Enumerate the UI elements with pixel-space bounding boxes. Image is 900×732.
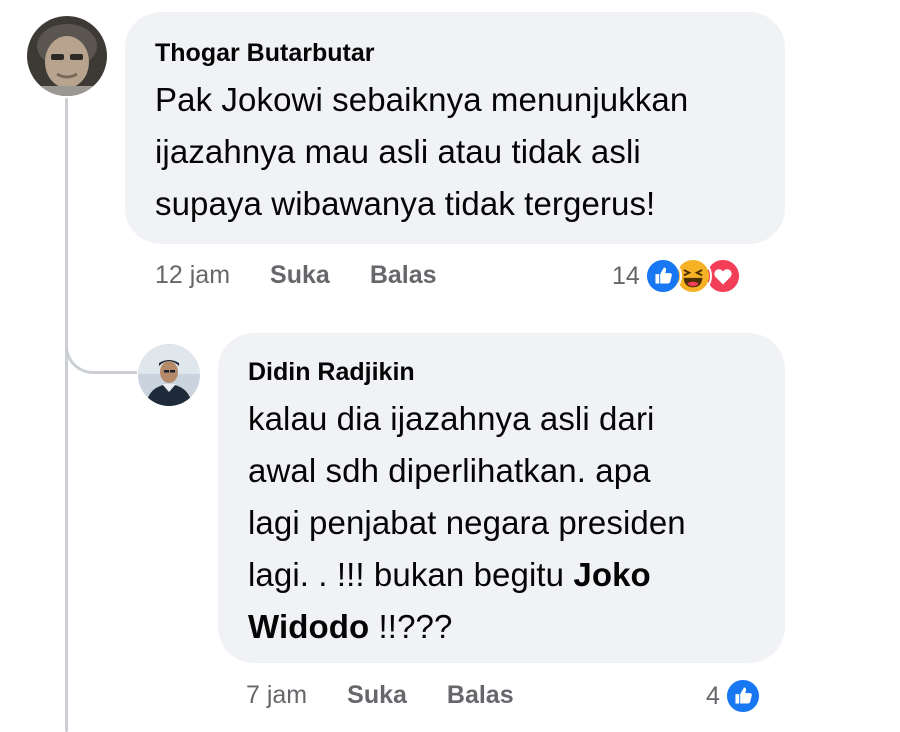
comment-bubble: Thogar Butarbutar Pak Jokowi sebaiknya m… [125,12,785,244]
comment-timestamp[interactable]: 12 jam [155,261,230,290]
comment-author[interactable]: Didin Radjikin [248,357,755,387]
reaction-count: 4 [706,681,720,710]
thread-line [65,98,68,732]
avatar[interactable] [27,16,107,96]
comment-text-line: lagi. . !!! bukan begitu Joko [248,549,755,601]
comment-text-line: awal sdh diperlihatkan. apa [248,452,651,489]
reactions-summary[interactable]: 14 [612,256,742,296]
comment-text-line: Widodo !!??? [248,601,755,653]
reply-button[interactable]: Balas [370,261,437,290]
reactions-summary[interactable]: 4 [706,676,762,716]
comment-text-line: lagi penjabat negara presiden [248,504,686,541]
mention-tag[interactable]: Joko [573,556,650,593]
comment-text-fragment: !!??? [369,608,453,645]
reply-bubble: Didin Radjikin kalau dia ijazahnya asli … [218,333,785,663]
comment-text-line: ijazahnya mau asli atau tidak asli [155,133,641,170]
reply-connector [65,320,137,374]
comment-timestamp[interactable]: 7 jam [246,681,307,710]
comment-author[interactable]: Thogar Butarbutar [155,38,755,68]
comment-text-line: Pak Jokowi sebaiknya menunjukkan [155,81,689,118]
like-icon [643,257,682,295]
avatar[interactable] [138,344,200,406]
reply-button[interactable]: Balas [447,681,514,710]
mention-tag[interactable]: Widodo [248,608,369,645]
comment-actions: 12 jam Suka Balas [155,258,437,292]
like-icon [723,677,762,715]
comment-text: kalau dia ijazahnya asli dari awal sdh d… [248,393,755,653]
comment-text-line: supaya wibawanya tidak tergerus! [155,185,656,222]
comment-text-fragment: lagi. . !!! bukan begitu [248,556,574,593]
like-button[interactable]: Suka [347,681,407,710]
comment-text: Pak Jokowi sebaiknya menunjukkan ijazahn… [155,74,755,230]
reaction-count: 14 [612,261,640,290]
comment-text-line: kalau dia ijazahnya asli dari [248,400,655,437]
like-button[interactable]: Suka [270,261,330,290]
comment-actions: 7 jam Suka Balas [246,678,514,712]
